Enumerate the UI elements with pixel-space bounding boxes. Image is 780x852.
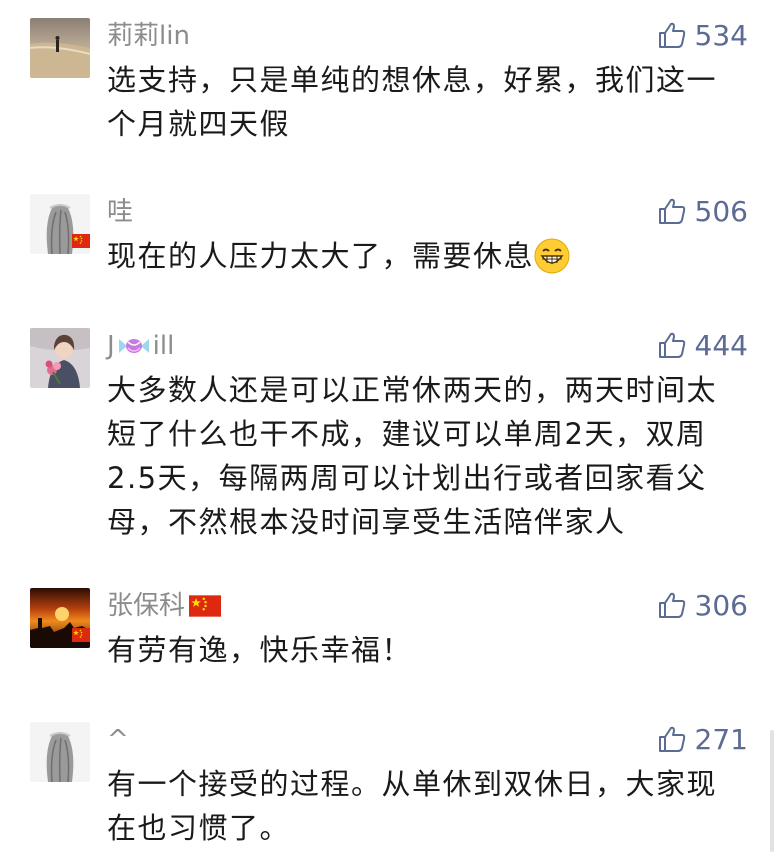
comment-line: 现在的人压力太大了，需要休息 xyxy=(107,239,535,273)
comment-text: 现在的人压力太大了，需要休息 xyxy=(107,234,752,286)
avatar[interactable] xyxy=(30,722,90,782)
scrollbar[interactable] xyxy=(770,730,774,852)
china-flag-icon xyxy=(72,234,90,248)
like-button[interactable]: 306 xyxy=(657,588,748,622)
username[interactable]: ^ xyxy=(107,724,129,756)
like-count: 534 xyxy=(694,18,748,52)
thumbs-up-icon xyxy=(658,198,685,224)
like-count: 444 xyxy=(694,328,748,362)
like-button[interactable]: 271 xyxy=(657,722,748,756)
candy-icon xyxy=(118,339,149,353)
like-count: 271 xyxy=(694,722,748,756)
grinning-face-emoji xyxy=(534,238,570,286)
comment-text: 有劳有逸，快乐幸福！ xyxy=(107,628,752,672)
avatar[interactable] xyxy=(30,18,90,78)
comment-line: 在也习惯了。 xyxy=(107,811,291,845)
comment-line: 选支持，只是单纯的想休息，好累，我们这一 xyxy=(107,63,718,97)
username[interactable]: 哇 xyxy=(107,196,133,228)
comment-item: ^ 271 有一个接受的过程。从单休到双休日，大家现 在也习惯了。 xyxy=(0,722,780,852)
comment-feed: 莉莉lin 534 选支持，只是单纯的想休息，好累，我们这一 个月就四天假 哇 … xyxy=(0,0,780,852)
china-flag-icon xyxy=(189,595,222,617)
username[interactable]: 莉莉lin xyxy=(107,20,190,52)
thumbs-up-icon xyxy=(658,592,685,618)
thumbs-up-icon xyxy=(658,726,685,752)
thumbs-up-icon xyxy=(658,22,685,48)
like-button[interactable]: 506 xyxy=(657,194,748,228)
china-flag-icon xyxy=(72,628,90,642)
comment-line: 有一个接受的过程。从单休到双休日，大家现 xyxy=(107,767,718,801)
comment-line: 母，不然根本没时间享受生活陪伴家人 xyxy=(107,505,626,539)
comment-item: J ill 444 大多数人还是可以正常休两天的，两天时间太 短了什么也干不成，… xyxy=(0,328,780,539)
thumbs-up-icon xyxy=(658,332,685,358)
comment-text: 有一个接受的过程。从单休到双休日，大家现 在也习惯了。 xyxy=(107,762,752,850)
username[interactable]: J ill xyxy=(107,330,174,362)
comment-item: 张保科 306 有劳有逸，快乐幸福！ xyxy=(0,588,780,678)
comment-line: 有劳有逸，快乐幸福！ xyxy=(107,633,413,667)
username[interactable]: 张保科 xyxy=(107,590,222,622)
username-prefix: J xyxy=(107,331,115,361)
avatar[interactable] xyxy=(30,328,90,388)
comment-line: 个月就四天假 xyxy=(107,107,291,141)
username-label: 张保科 xyxy=(107,591,186,621)
comment-line: 短了什么也干不成，建议可以单周2天，双周 xyxy=(107,417,707,451)
comment-item: 哇 506 现在的人压力太大了，需要休息 xyxy=(0,194,780,284)
comment-item: 莉莉lin 534 选支持，只是单纯的想休息，好累，我们这一 个月就四天假 xyxy=(0,18,780,148)
like-button[interactable]: 534 xyxy=(657,18,748,52)
comment-line: 大多数人还是可以正常休两天的，两天时间太 xyxy=(107,373,718,407)
comment-line: 2.5天，每隔两周可以计划出行或者回家看父 xyxy=(107,461,707,495)
like-button[interactable]: 444 xyxy=(657,328,748,362)
like-count: 306 xyxy=(694,588,748,622)
username-suffix: ill xyxy=(152,331,175,361)
comment-text: 大多数人还是可以正常休两天的，两天时间太 短了什么也干不成，建议可以单周2天，双… xyxy=(107,368,752,544)
comment-text: 选支持，只是单纯的想休息，好累，我们这一 个月就四天假 xyxy=(107,58,752,146)
like-count: 506 xyxy=(694,194,748,228)
